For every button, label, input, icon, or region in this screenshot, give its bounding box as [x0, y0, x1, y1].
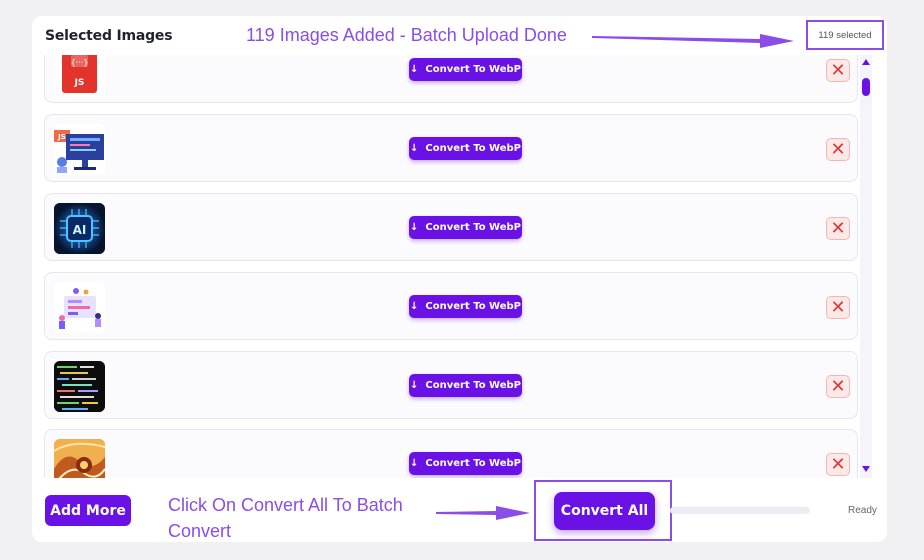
list-item: ↓ Convert To WebP ✕	[44, 429, 858, 478]
close-icon: ✕	[830, 454, 846, 474]
convert-all-button[interactable]: Convert All	[554, 492, 655, 530]
download-arrow-icon: ↓	[409, 143, 419, 154]
convert-label: Convert To WebP	[425, 380, 521, 391]
convert-to-webp-button[interactable]: ↓ Convert To WebP	[409, 452, 522, 475]
close-icon: ✕	[830, 376, 846, 396]
remove-image-button[interactable]: ✕	[826, 375, 850, 398]
remove-image-button[interactable]: ✕	[826, 453, 850, 476]
close-icon: ✕	[830, 60, 846, 80]
list-item: {···} JS ↓ Convert To WebP ✕	[44, 55, 858, 103]
close-icon: ✕	[830, 218, 846, 238]
convert-label: Convert To WebP	[425, 458, 521, 469]
download-arrow-icon: ↓	[409, 222, 419, 233]
remove-image-button[interactable]: ✕	[826, 296, 850, 319]
team-dashboard-thumbnail	[54, 282, 105, 333]
list-item: AI ↓ Convert To WebP ✕	[44, 193, 858, 261]
status-text: Ready	[848, 505, 877, 516]
panel-title: Selected Images	[45, 28, 173, 44]
convert-to-webp-button[interactable]: ↓ Convert To WebP	[409, 137, 522, 160]
convert-to-webp-button[interactable]: ↓ Convert To WebP	[409, 295, 522, 318]
annotation-bottom-line2: Convert	[168, 521, 232, 541]
image-list[interactable]: {···} JS ↓ Convert To WebP ✕ JS ↓ Conver…	[44, 55, 860, 478]
svg-text:JS: JS	[74, 78, 85, 88]
progress-bar	[670, 507, 810, 514]
scrollbar-thumb[interactable]	[862, 78, 870, 96]
download-arrow-icon: ↓	[409, 380, 419, 391]
list-item: ↓ Convert To WebP ✕	[44, 351, 858, 419]
convert-label: Convert To WebP	[425, 64, 521, 75]
js-badge-thumbnail: {···} JS	[54, 55, 105, 96]
code-screen-thumbnail	[54, 361, 105, 412]
remove-image-button[interactable]: ✕	[826, 59, 850, 82]
annotation-top: 119 Images Added - Batch Upload Done	[246, 25, 567, 45]
svg-text:{···}: {···}	[71, 58, 89, 67]
close-icon: ✕	[830, 139, 846, 159]
selected-count-badge: 119 selected	[806, 20, 884, 50]
ai-chip-thumbnail: AI	[54, 203, 105, 254]
scrollbar-track[interactable]	[860, 55, 872, 478]
selected-count-text: 119 selected	[818, 29, 872, 41]
js-desk-thumbnail: JS	[54, 124, 105, 175]
convert-label: Convert To WebP	[425, 143, 521, 154]
convert-to-webp-button[interactable]: ↓ Convert To WebP	[409, 374, 522, 397]
annotation-arrow-bottom	[436, 506, 530, 520]
list-item: JS ↓ Convert To WebP ✕	[44, 114, 858, 182]
annotation-arrow-top	[592, 34, 794, 48]
list-item: ↓ Convert To WebP ✕	[44, 272, 858, 340]
remove-image-button[interactable]: ✕	[826, 138, 850, 161]
annotation-bottom-line1: Click On Convert All To Batch	[168, 495, 403, 515]
convert-to-webp-button[interactable]: ↓ Convert To WebP	[409, 216, 522, 239]
remove-image-button[interactable]: ✕	[826, 217, 850, 240]
convert-to-webp-button[interactable]: ↓ Convert To WebP	[409, 58, 522, 81]
close-icon: ✕	[830, 297, 846, 317]
download-arrow-icon: ↓	[409, 301, 419, 312]
svg-text:AI: AI	[73, 223, 87, 237]
abstract-art-thumbnail	[54, 439, 105, 478]
add-more-button[interactable]: Add More	[45, 495, 131, 526]
download-arrow-icon: ↓	[409, 64, 419, 75]
convert-label: Convert To WebP	[425, 301, 521, 312]
download-arrow-icon: ↓	[409, 458, 419, 469]
convert-label: Convert To WebP	[425, 222, 521, 233]
annotation-bottom: Click On Convert All To Batch Convert	[168, 492, 428, 544]
scroll-up-arrow-icon[interactable]	[862, 59, 870, 65]
svg-text:JS: JS	[57, 133, 66, 141]
scroll-down-arrow-icon[interactable]	[862, 466, 870, 472]
